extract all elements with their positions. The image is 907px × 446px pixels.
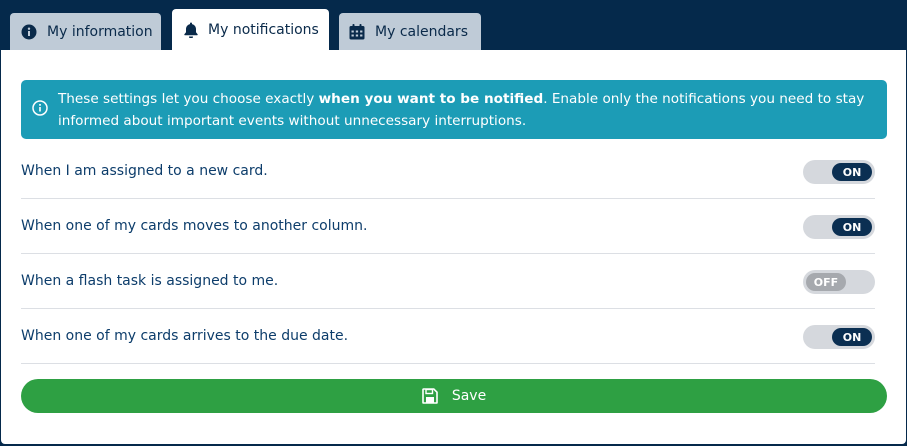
tab-label: My notifications [208, 21, 319, 38]
toggle-state: ON [832, 218, 872, 236]
tab-my-notifications[interactable]: My notifications [172, 9, 329, 50]
setting-label: When a flash task is assigned to me. [21, 273, 279, 289]
toggle-state: OFF [806, 273, 846, 291]
setting-row-flash-task: When a flash task is assigned to me. OFF [21, 254, 875, 309]
toggle-state: ON [832, 163, 872, 181]
toggle-assigned-card[interactable]: ON [803, 160, 875, 184]
floppy-disk-icon [422, 388, 438, 404]
toggle-state: ON [832, 328, 872, 346]
toggle-card-moves[interactable]: ON [803, 215, 875, 239]
calendar-icon [349, 23, 365, 40]
notifications-panel: These settings let you choose exactly wh… [1, 50, 906, 444]
setting-label: When one of my cards moves to another co… [21, 218, 368, 234]
save-label: Save [451, 388, 487, 404]
info-circle-icon [21, 24, 37, 40]
tab-label: My calendars [375, 23, 468, 40]
toggle-due-date[interactable]: ON [803, 325, 875, 349]
toggle-flash-task[interactable]: OFF [803, 270, 875, 294]
tab-my-information[interactable]: My information [10, 13, 161, 50]
tab-label: My information [47, 23, 153, 40]
setting-row-assigned-card: When I am assigned to a new card. ON [21, 144, 875, 199]
tab-my-calendars[interactable]: My calendars [339, 13, 481, 50]
setting-label: When one of my cards arrives to the due … [21, 328, 349, 344]
info-circle-icon [32, 100, 48, 123]
setting-label: When I am assigned to a new card. [21, 163, 268, 179]
setting-row-due-date: When one of my cards arrives to the due … [21, 309, 875, 364]
tab-bar: My information My notifications My calen… [0, 0, 907, 50]
save-button[interactable]: Save [21, 379, 887, 413]
setting-row-card-moves: When one of my cards moves to another co… [21, 199, 875, 254]
bell-icon [184, 22, 198, 38]
alert-text: These settings let you choose exactly wh… [58, 91, 865, 129]
info-alert: These settings let you choose exactly wh… [21, 80, 887, 139]
